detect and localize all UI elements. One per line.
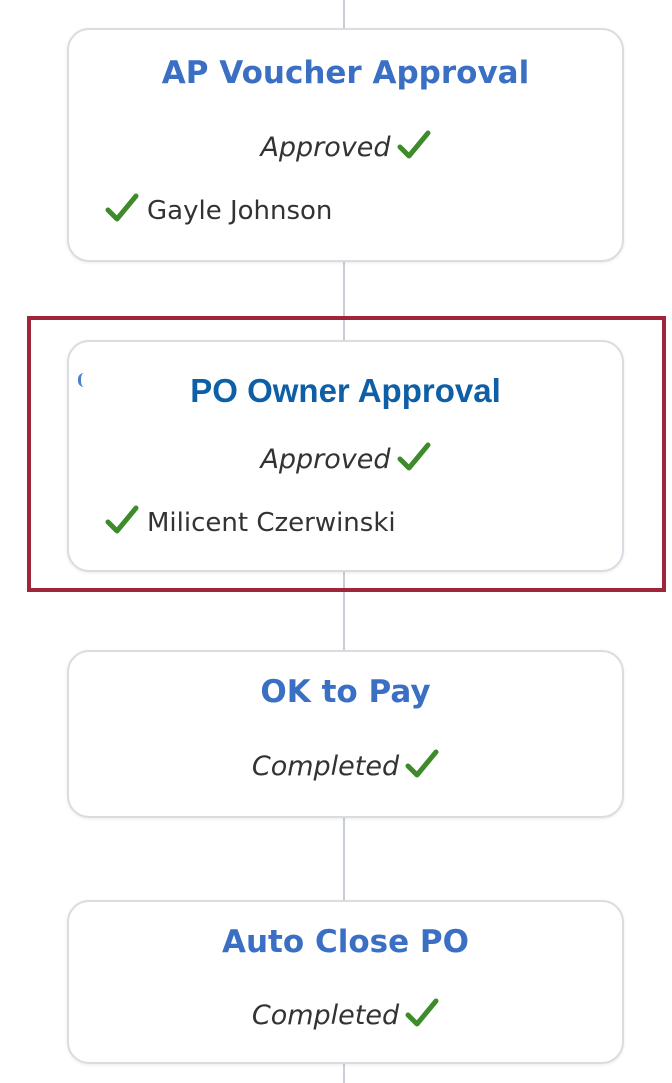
step-status: Approved bbox=[69, 130, 622, 167]
step-title[interactable]: AP Voucher Approval bbox=[69, 55, 622, 91]
connector-top bbox=[343, 0, 345, 28]
check-icon bbox=[397, 130, 431, 167]
step-card-ok-to-pay[interactable]: OK to Pay Completed bbox=[67, 650, 624, 818]
step-title[interactable]: Auto Close PO bbox=[69, 924, 622, 960]
step-status: Completed bbox=[69, 749, 622, 786]
step-status: Completed bbox=[69, 998, 622, 1035]
connector-bottom bbox=[343, 1064, 345, 1083]
step-status-text: Approved bbox=[260, 132, 391, 163]
step-card-ap-voucher-approval[interactable]: AP Voucher Approval Approved Gayle Johns… bbox=[67, 28, 624, 262]
connector-3-4 bbox=[343, 818, 345, 900]
step-card-auto-close-po[interactable]: Auto Close PO Completed bbox=[67, 900, 624, 1064]
step-title[interactable]: OK to Pay bbox=[69, 674, 622, 710]
highlight-box bbox=[27, 316, 666, 592]
step-status-text: Completed bbox=[251, 1000, 400, 1031]
step-approver: Gayle Johnson bbox=[105, 193, 332, 230]
check-icon bbox=[105, 193, 139, 230]
step-approver-name: Gayle Johnson bbox=[147, 196, 333, 226]
check-icon bbox=[405, 749, 439, 786]
check-icon bbox=[405, 998, 439, 1035]
step-status-text: Completed bbox=[251, 751, 400, 782]
